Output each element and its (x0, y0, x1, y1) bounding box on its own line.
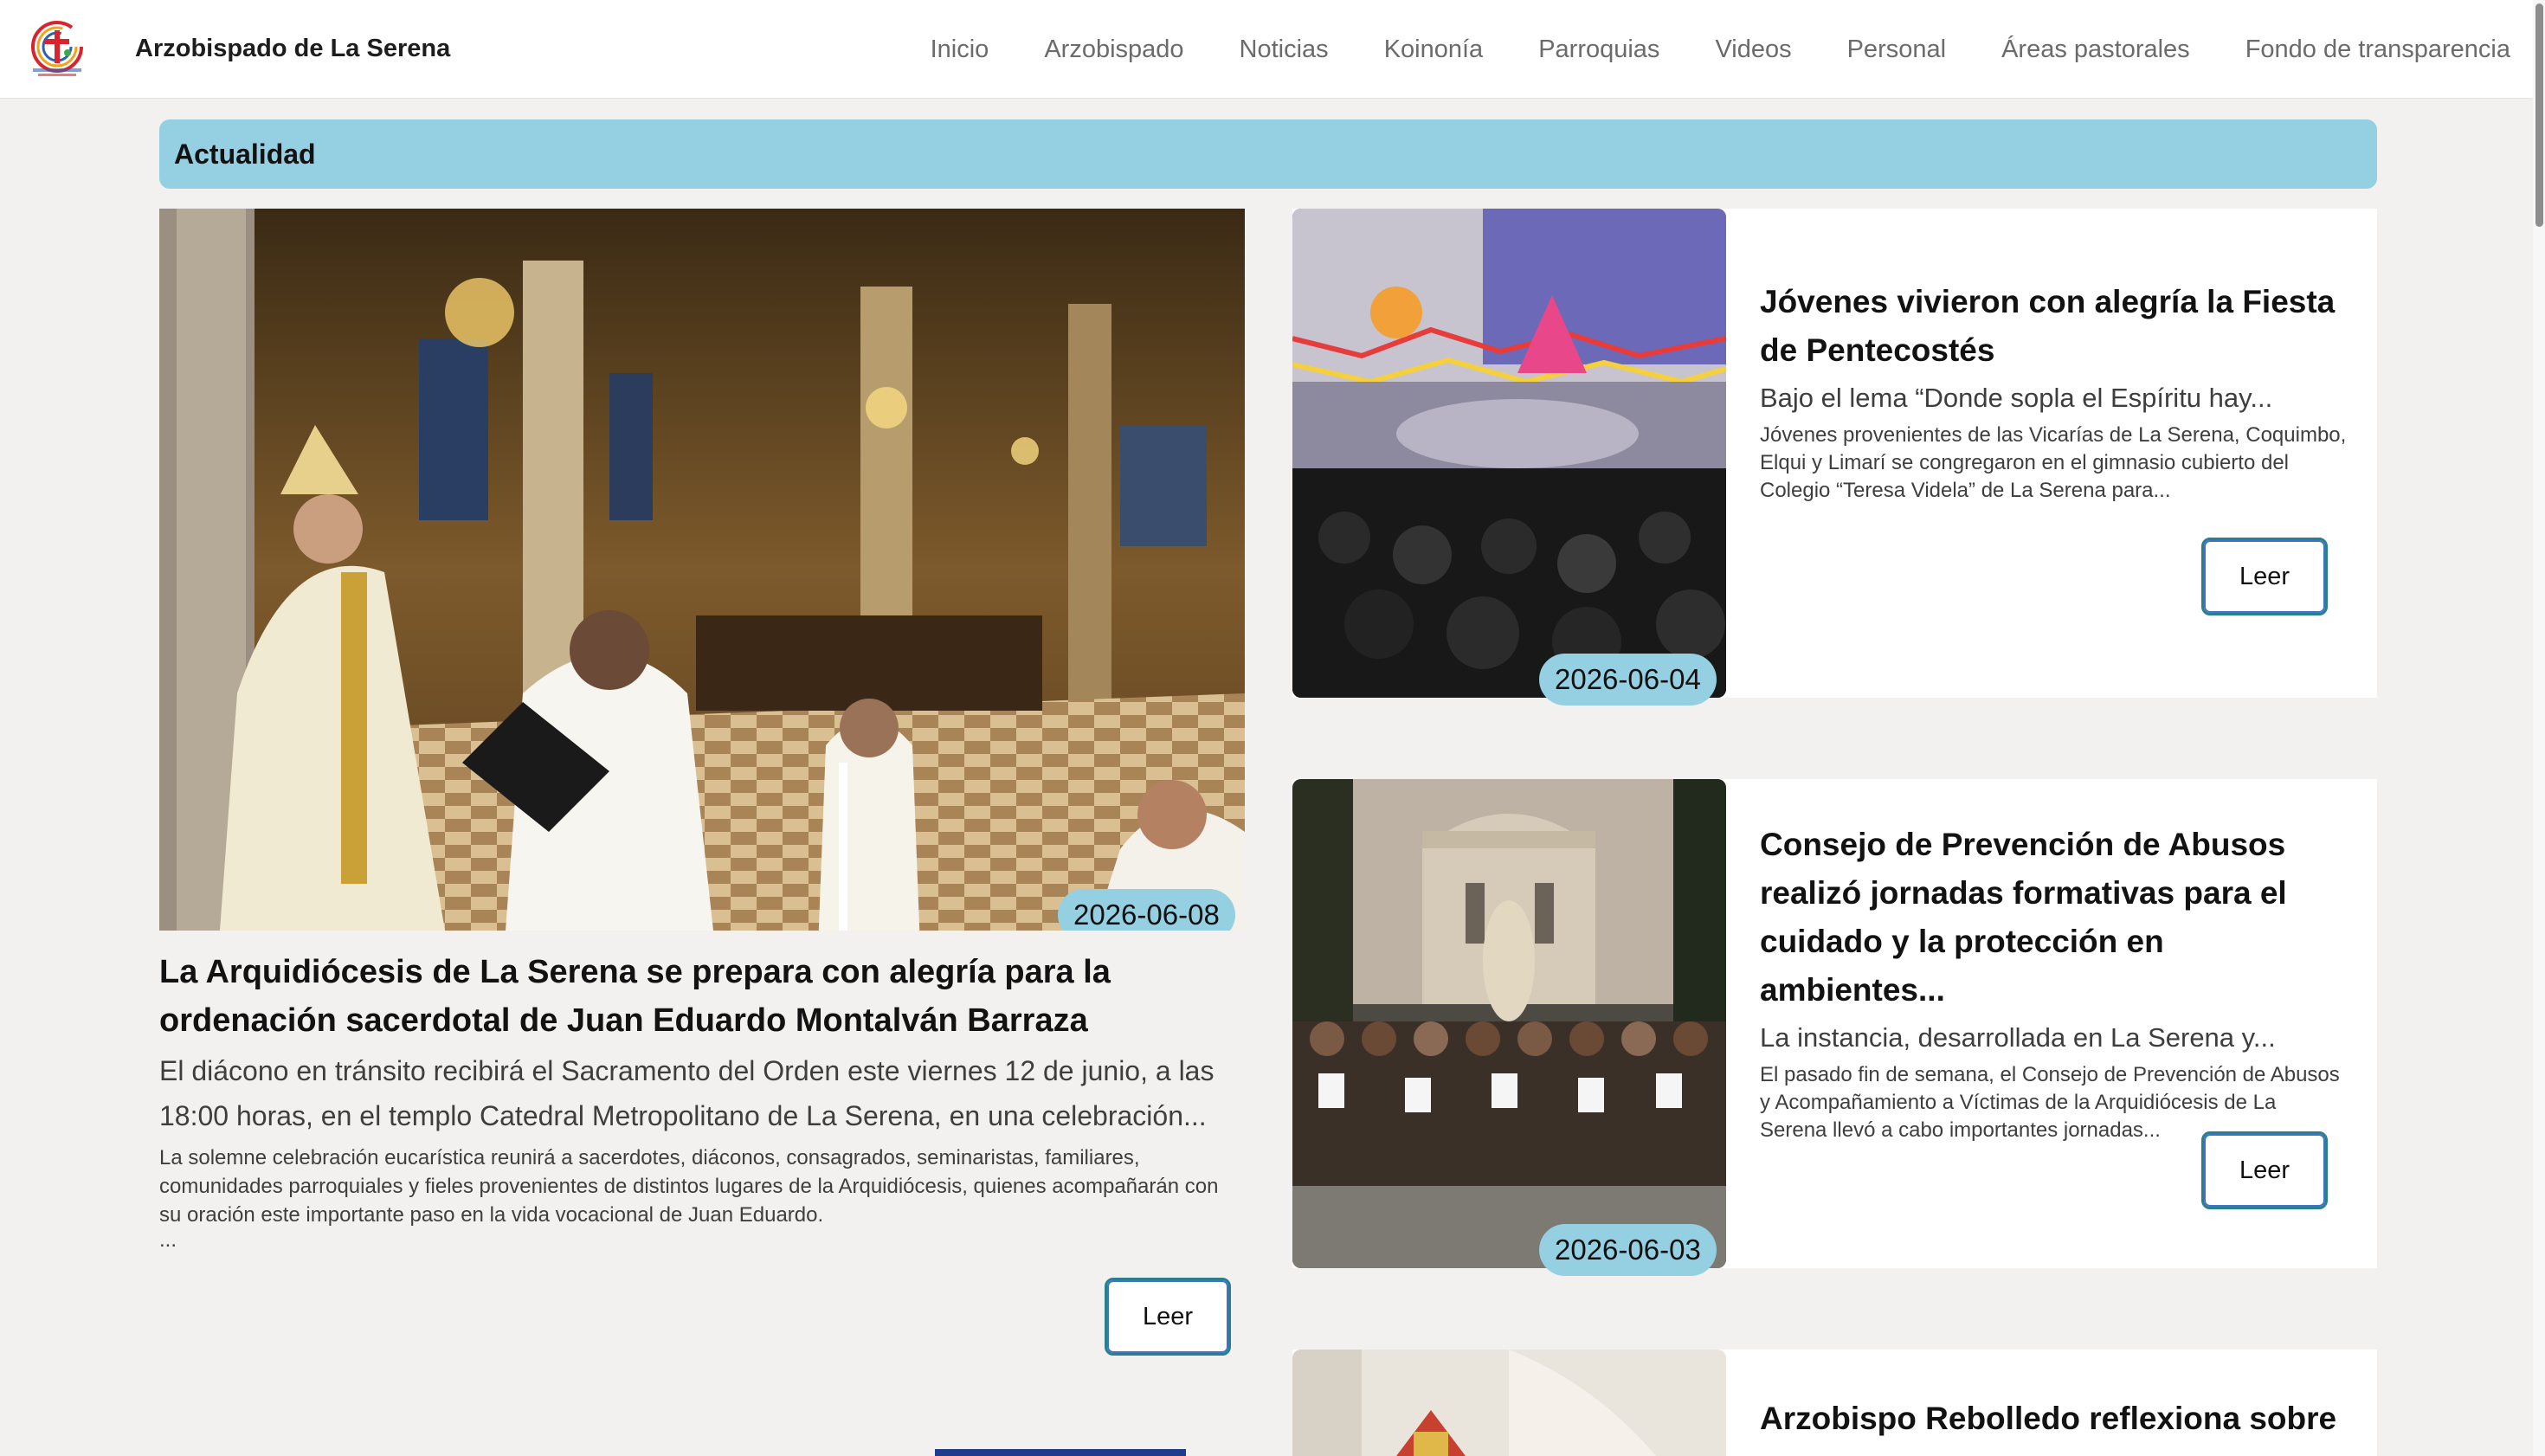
featured-article: 2026-06-08 La Arquidiócesis de La Serena… (159, 209, 1245, 1252)
section-title: Actualidad (159, 119, 2377, 189)
card-photo[interactable] (1292, 779, 1726, 1268)
featured-title[interactable]: La Arquidiócesis de La Serena se prepara… (159, 948, 1245, 1045)
cathedral-ordination-photo (159, 209, 1245, 931)
main-nav: Inicio Arzobispado Noticias Koinonía Par… (875, 0, 2510, 99)
nav-item-arzobispado[interactable]: Arzobispado (1044, 35, 1183, 64)
vertical-scrollbar[interactable] (2533, 0, 2545, 1456)
scrollbar-thumb[interactable] (2535, 3, 2543, 227)
card-title[interactable]: Arzobispo Rebolledo reflexiona sobre (1760, 1395, 2348, 1443)
card-lead: Bajo el lema “Donde sopla el Espíritu ha… (1760, 383, 2273, 413)
nav-item-fondo-transparencia[interactable]: Fondo de transparencia (2245, 35, 2510, 64)
card-read-button[interactable]: Leer (2201, 1131, 2328, 1209)
abuse-prevention-group-photo (1292, 779, 1726, 1268)
card-photo[interactable] (1292, 209, 1726, 698)
nav-item-personal[interactable]: Personal (1847, 35, 1946, 64)
nav-item-parroquias[interactable]: Parroquias (1538, 35, 1659, 64)
card-read-button[interactable]: Leer (2201, 538, 2328, 615)
card-title[interactable]: Consejo de Prevención de Abusos realizó … (1760, 821, 2348, 1015)
news-card: 2026-06-03 Consejo de Prevención de Abus… (1292, 779, 2377, 1276)
nav-item-videos[interactable]: Videos (1715, 35, 1791, 64)
brand-link[interactable]: Arzobispado de La Serena (26, 18, 450, 81)
nav-item-areas-pastorales[interactable]: Áreas pastorales (2001, 35, 2190, 64)
featured-ellipsis: ... (159, 1228, 177, 1252)
top-navbar: Arzobispado de La Serena Inicio Arzobisp… (0, 0, 2545, 99)
card-photo[interactable] (1292, 1350, 1726, 1456)
featured-date-badge: 2026-06-08 (1058, 889, 1235, 931)
archbishop-photo (1292, 1350, 1726, 1456)
featured-photo[interactable]: 2026-06-08 (159, 209, 1245, 931)
partial-banner (935, 1449, 1186, 1456)
card-title[interactable]: Jóvenes vivieron con alegría la Fiesta d… (1760, 278, 2348, 375)
card-date-badge: 2026-06-04 (1539, 654, 1717, 705)
nav-item-koinonia[interactable]: Koinonía (1384, 35, 1484, 64)
featured-body: La solemne celebración eucarística reuni… (159, 1146, 1219, 1227)
card-lead: La instancia, desarrollada en La Serena … (1760, 1022, 2276, 1053)
brand-name: Arzobispado de La Serena (135, 35, 451, 62)
news-card: Arzobispo Rebolledo reflexiona sobre (1292, 1350, 2377, 1456)
news-card: 2026-06-04 Jóvenes vivieron con alegría … (1292, 209, 2377, 705)
card-date-badge: 2026-06-03 (1539, 1224, 1717, 1276)
card-body: Jóvenes provenientes de las Vicarías de … (1760, 423, 2347, 502)
nav-item-inicio[interactable]: Inicio (931, 35, 989, 64)
featured-lead: El diácono en tránsito recibirá el Sacra… (159, 1055, 1215, 1131)
nav-item-noticias[interactable]: Noticias (1240, 35, 1329, 64)
featured-read-button[interactable]: Leer (1105, 1278, 1231, 1356)
pentecost-event-photo (1292, 209, 1726, 698)
archdiocese-logo (31, 20, 83, 76)
